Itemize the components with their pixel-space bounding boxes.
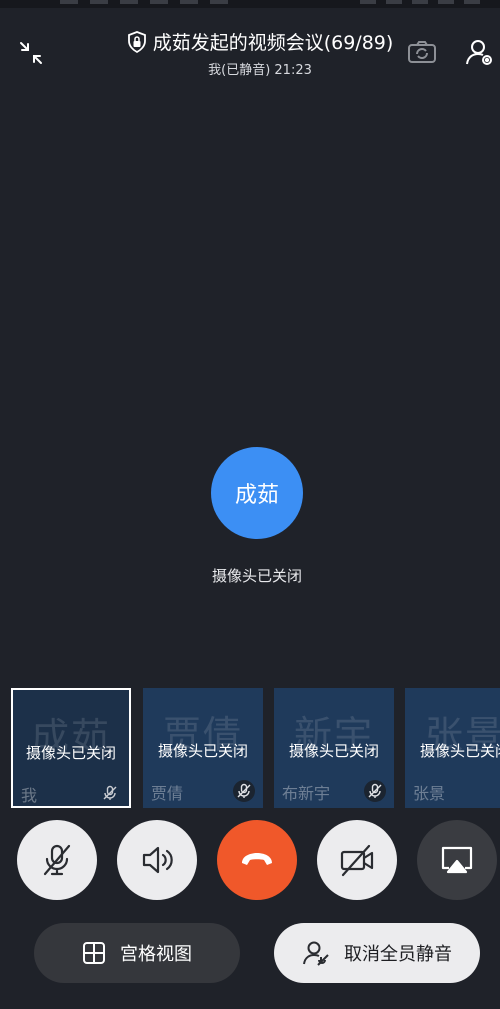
mic-toggle-button[interactable] (17, 820, 97, 900)
members-settings-icon (466, 40, 492, 65)
speaker-button[interactable] (117, 820, 197, 900)
screen-share-icon (441, 846, 473, 874)
screen-share-button[interactable] (417, 820, 497, 900)
grid-icon (83, 942, 105, 964)
participant-name: 贾倩 (151, 784, 184, 803)
end-call-button[interactable] (217, 820, 297, 900)
mic-muted-icon (103, 785, 117, 800)
status-bar-right (360, 0, 490, 4)
meeting-title-area: 成茹发起的视频会议(69/89) 我(已静音) 21:23 (110, 28, 410, 78)
participant-tile[interactable]: 成茹 摄像头已关闭 我 (11, 688, 131, 808)
meeting-subtitle: 我(已静音) 21:23 (208, 63, 312, 78)
grid-view-label: 宫格视图 (120, 944, 192, 965)
call-controls (0, 820, 500, 900)
participant-name: 张景 (413, 784, 446, 803)
participant-mute-badge (364, 780, 386, 802)
participant-tile[interactable]: 贾倩 摄像头已关闭 贾倩 (143, 688, 263, 808)
status-bar-left (60, 0, 240, 4)
participant-strip[interactable]: 成茹 摄像头已关闭 我 贾倩 摄像头已关闭 贾倩 新宇 摄像头已关闭 布新宇 张… (0, 688, 500, 808)
participant-camera-label: 摄像头已关闭 (419, 742, 500, 760)
top-bar: 成茹发起的视频会议(69/89) 我(已静音) 21:23 (0, 20, 500, 80)
hang-up-icon (242, 853, 272, 865)
camera-off-icon (340, 844, 374, 877)
participant-name: 我 (21, 786, 38, 805)
mic-muted-icon (368, 783, 382, 798)
participant-camera-label: 摄像头已关闭 (157, 742, 248, 760)
status-bar (0, 0, 500, 8)
host-avatar: 成茹 (211, 447, 303, 539)
grid-view-button[interactable]: 宫格视图 (34, 923, 240, 983)
switch-camera-button[interactable] (404, 36, 440, 68)
lock-shield-icon (127, 30, 146, 53)
participant-tile[interactable]: 张景 摄像头已关闭 张景 (405, 688, 500, 808)
unmute-all-label: 取消全员静音 (344, 944, 452, 965)
minimize-icon (20, 42, 42, 64)
meeting-title: 成茹发起的视频会议(69/89) (152, 32, 394, 54)
camera-toggle-button[interactable] (317, 820, 397, 900)
unmute-all-button[interactable]: 取消全员静音 (274, 923, 480, 983)
mic-muted-icon (43, 844, 71, 876)
members-button[interactable] (462, 34, 498, 70)
camera-switch-icon (408, 41, 436, 63)
participant-mute-badge (233, 780, 255, 802)
participant-camera-label: 摄像头已关闭 (288, 742, 379, 760)
participant-mute-badge (99, 782, 121, 804)
main-camera-off-text: 摄像头已关闭 (211, 567, 302, 585)
participant-name: 布新宇 (282, 784, 331, 803)
speaker-icon (142, 846, 173, 874)
participant-tile[interactable]: 新宇 摄像头已关闭 布新宇 (274, 688, 394, 808)
participant-camera-label: 摄像头已关闭 (25, 744, 116, 762)
unmute-all-icon (303, 941, 329, 966)
minimize-button[interactable] (14, 36, 48, 70)
mic-muted-icon (237, 783, 251, 798)
